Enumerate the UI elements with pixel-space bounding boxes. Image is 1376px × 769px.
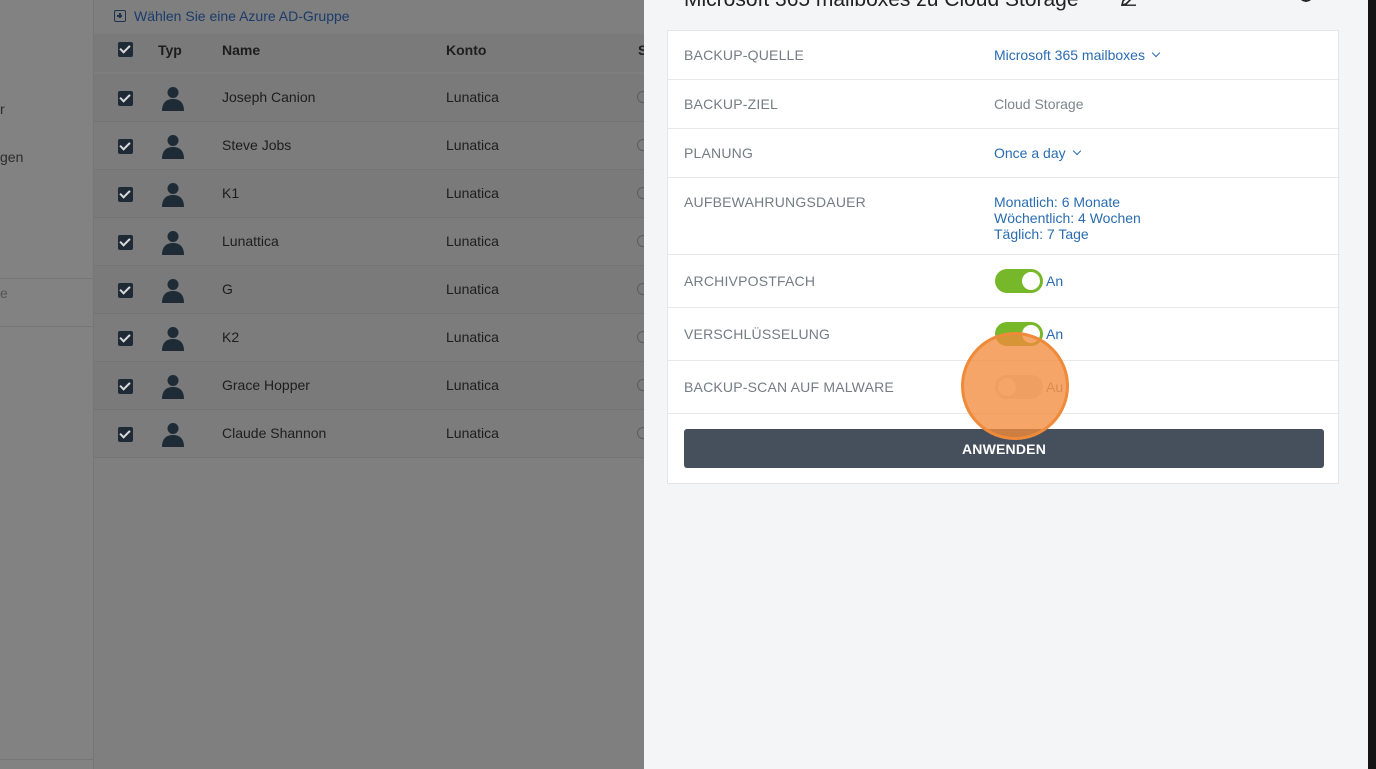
panel-title: Microsoft 365 mailboxes zu Cloud Storage	[684, 0, 1079, 12]
users-table-area: Wählen Sie eine Azure AD-Gruppe Typ Name…	[94, 0, 649, 769]
row-checkbox[interactable]	[118, 379, 133, 394]
table-row[interactable]: K1 Lunatica	[94, 170, 649, 218]
retention-daily: Täglich: 7 Tage	[994, 226, 1089, 242]
row-checkbox[interactable]	[118, 91, 133, 106]
user-icon	[162, 423, 184, 447]
apply-button[interactable]: ANWENDEN	[684, 429, 1324, 468]
encryption-toggle[interactable]	[995, 322, 1043, 346]
table-row[interactable]: Joseph Canion Lunatica	[94, 74, 649, 122]
table-row[interactable]: Grace Hopper Lunatica	[94, 362, 649, 410]
user-icon	[162, 135, 184, 159]
table-header: Typ Name Konto S	[94, 34, 647, 72]
user-name: Grace Hopper	[222, 377, 310, 393]
scrollbar[interactable]	[1368, 0, 1376, 769]
user-account: Lunatica	[446, 89, 499, 105]
sidebar: r gen e	[0, 0, 94, 769]
row-checkbox[interactable]	[118, 427, 133, 442]
chevron-down-icon	[1151, 48, 1161, 58]
backup-source-label: BACKUP-QUELLE	[684, 47, 805, 63]
user-icon	[162, 87, 184, 111]
row-checkbox[interactable]	[118, 187, 133, 202]
user-icon	[162, 375, 184, 399]
select-azure-group-label: Wählen Sie eine Azure AD-Gruppe	[134, 8, 350, 24]
toggle-knob	[1022, 272, 1040, 290]
user-name: G	[222, 281, 233, 297]
retention-row: AUFBEWAHRUNGSDAUER Monatlich: 6 Monate W…	[668, 178, 1340, 255]
user-account: Lunatica	[446, 137, 499, 153]
malware-scan-label: BACKUP-SCAN AUF MALWARE	[684, 379, 894, 395]
user-account: Lunatica	[446, 377, 499, 393]
chevron-down-icon	[1072, 146, 1081, 156]
user-name: Steve Jobs	[222, 137, 292, 153]
retention-label: AUFBEWAHRUNGSDAUER	[684, 194, 866, 210]
schedule-label: PLANUNG	[684, 145, 754, 161]
retention-weekly: Wöchentlich: 4 Wochen	[994, 210, 1141, 226]
archive-mailbox-label: ARCHIVPOSTFACH	[684, 273, 816, 289]
backup-plan-panel: Microsoft 365 mailboxes zu Cloud Storage…	[644, 0, 1368, 769]
row-checkbox[interactable]	[118, 331, 133, 346]
user-name: K1	[222, 185, 240, 201]
user-account: Lunatica	[446, 233, 499, 249]
user-account: Lunatica	[446, 185, 499, 201]
archive-mailbox-state: An	[1046, 273, 1064, 289]
gear-icon[interactable]	[1296, 0, 1316, 6]
settings-card: BACKUP-QUELLE Microsoft 365 mailboxes BA…	[667, 30, 1340, 484]
archive-mailbox-toggle[interactable]	[995, 269, 1043, 293]
backup-source-value: Microsoft 365 mailboxes	[994, 47, 1145, 63]
table-row[interactable]: Lunattica Lunatica	[94, 218, 649, 266]
sidebar-divider	[0, 759, 93, 760]
select-azure-group-link[interactable]: Wählen Sie eine Azure AD-Gruppe	[114, 6, 350, 26]
user-account: Lunatica	[446, 281, 499, 297]
retention-link[interactable]: Monatlich: 6 Monate Wöchentlich: 4 Woche…	[994, 194, 1141, 242]
user-icon	[162, 279, 184, 303]
backup-source-row: BACKUP-QUELLE Microsoft 365 mailboxes	[668, 31, 1340, 80]
plus-icon	[114, 10, 126, 22]
user-name: Claude Shannon	[222, 425, 327, 441]
table-row[interactable]: K2 Lunatica	[94, 314, 649, 362]
user-icon	[162, 183, 184, 207]
malware-scan-toggle[interactable]	[995, 375, 1043, 399]
archive-mailbox-row: ARCHIVPOSTFACH An	[668, 255, 1340, 308]
user-account: Lunatica	[446, 329, 499, 345]
sidebar-item-fragment[interactable]: r	[0, 101, 5, 117]
backup-target-row: BACKUP-ZIEL Cloud Storage	[668, 80, 1340, 129]
column-header-type[interactable]: Typ	[158, 34, 182, 72]
schedule-dropdown[interactable]: Once a day	[994, 145, 1081, 161]
sidebar-divider	[0, 326, 93, 327]
encryption-label: VERSCHLÜSSELUNG	[684, 326, 831, 342]
sidebar-divider	[0, 278, 93, 279]
row-checkbox[interactable]	[118, 139, 133, 154]
toggle-knob	[1022, 325, 1040, 343]
user-icon	[162, 327, 184, 351]
column-header-name[interactable]: Name	[222, 34, 260, 72]
pencil-icon[interactable]	[1118, 0, 1138, 6]
table-row[interactable]: G Lunatica	[94, 266, 649, 314]
row-checkbox[interactable]	[118, 283, 133, 298]
schedule-value: Once a day	[994, 145, 1066, 161]
user-account: Lunatica	[446, 425, 499, 441]
sidebar-item-fragment[interactable]: gen	[0, 149, 23, 165]
table-row[interactable]: Claude Shannon Lunatica	[94, 410, 649, 458]
user-name: Joseph Canion	[222, 89, 316, 105]
user-icon	[162, 231, 184, 255]
backup-target-label: BACKUP-ZIEL	[684, 96, 778, 112]
backup-source-dropdown[interactable]: Microsoft 365 mailboxes	[994, 47, 1161, 63]
table-row[interactable]: Steve Jobs Lunatica	[94, 122, 649, 170]
user-name: Lunattica	[222, 233, 279, 249]
toggle-knob	[998, 378, 1016, 396]
encryption-row: VERSCHLÜSSELUNG An	[668, 308, 1340, 361]
backup-target-value: Cloud Storage	[994, 96, 1084, 112]
malware-scan-row: BACKUP-SCAN AUF MALWARE Au	[668, 361, 1340, 414]
row-checkbox[interactable]	[118, 235, 133, 250]
sidebar-item-fragment[interactable]: e	[0, 285, 8, 301]
retention-monthly: Monatlich: 6 Monate	[994, 194, 1121, 210]
user-name: K2	[222, 329, 240, 345]
malware-scan-state: Au	[1046, 379, 1064, 395]
column-header-account[interactable]: Konto	[446, 34, 486, 72]
schedule-row: PLANUNG Once a day	[668, 129, 1340, 178]
select-all-checkbox[interactable]	[118, 42, 133, 57]
encryption-state: An	[1046, 326, 1064, 342]
